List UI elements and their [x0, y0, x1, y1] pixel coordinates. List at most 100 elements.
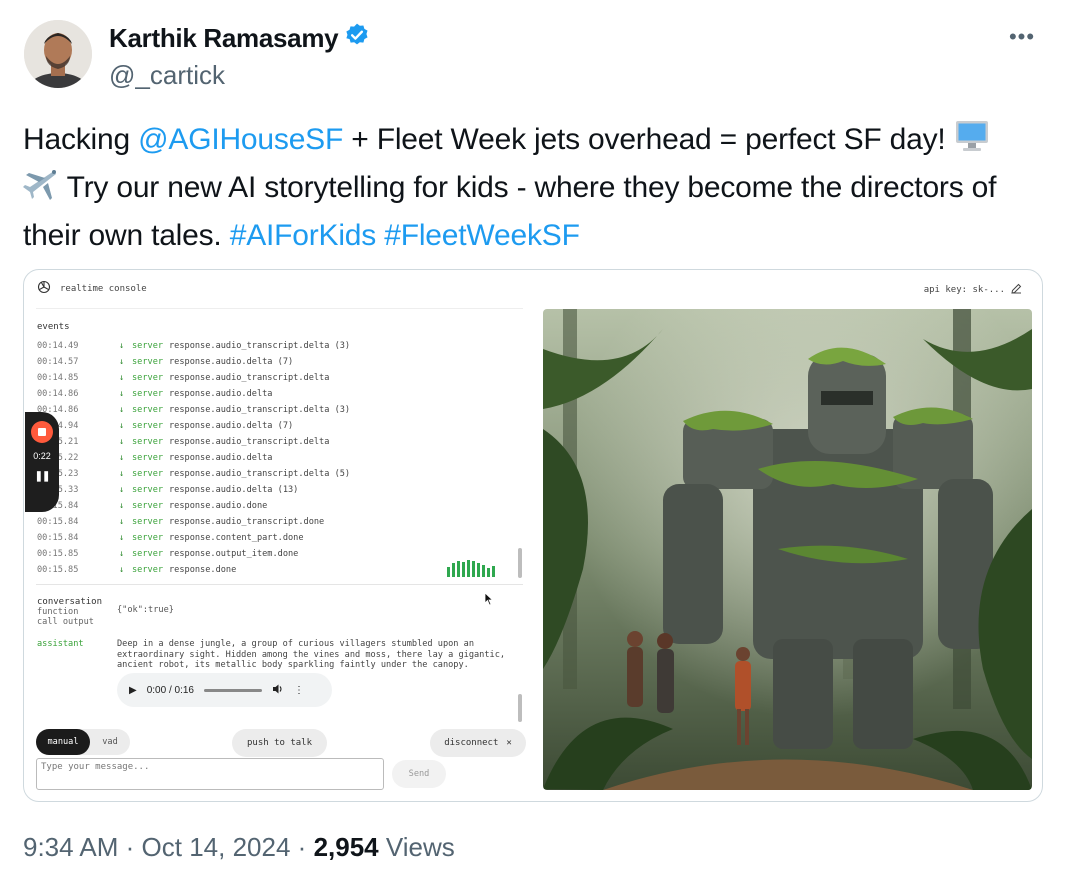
event-type: response.audio_transcript.delta (3) [169, 341, 351, 351]
mode-vad[interactable]: vad [90, 729, 130, 755]
tweet-date[interactable]: Oct 14, 2024 [142, 832, 291, 862]
more-vertical-icon[interactable]: ⋮ [294, 685, 304, 696]
api-key-label: api key: sk-... [923, 285, 1005, 295]
volume-icon[interactable] [272, 683, 284, 698]
event-source: server [132, 485, 164, 495]
arrow-down-icon: ↓ [119, 485, 125, 495]
tweet-media-card[interactable]: realtime console api key: sk-... events … [23, 269, 1043, 802]
event-row[interactable]: 00:15.84 ↓ server response.audio_transcript… [37, 514, 517, 530]
send-button[interactable]: Send [392, 760, 446, 788]
separator: · [125, 832, 135, 862]
message-input[interactable]: Type your message... [36, 758, 384, 790]
event-type: response.audio.delta [169, 453, 273, 463]
event-timestamp: 00:14.57 [37, 357, 79, 367]
divider [36, 308, 523, 309]
push-to-talk-button[interactable]: push to talk [232, 729, 327, 757]
arrow-down-icon: ↓ [119, 453, 125, 463]
tweet-text-part2: + Fleet Week jets overhead = perfect SF … [343, 123, 954, 156]
pause-icon[interactable]: ❚❚ [35, 471, 51, 482]
event-source: server [132, 565, 164, 575]
arrow-down-icon: ↓ [119, 501, 125, 511]
arrow-down-icon: ↓ [119, 357, 125, 367]
arrow-down-icon: ↓ [119, 373, 125, 383]
author-display-name[interactable]: Karthik Ramasamy [109, 22, 370, 55]
audio-progress-bar[interactable] [203, 688, 262, 692]
audio-level-meter [447, 560, 495, 577]
hashtag-fleetweeksf[interactable]: #FleetWeekSF [384, 219, 580, 252]
event-source: server [132, 469, 164, 479]
event-type: response.audio.delta (13) [169, 485, 299, 495]
event-row[interactable]: 00:14.94↓serverresponse.audio.delta (7) [37, 418, 517, 434]
api-key-button[interactable]: api key: sk-... [924, 283, 1022, 297]
function-label: function [37, 607, 79, 617]
turn-mode-toggle[interactable]: manual vad [36, 729, 130, 755]
event-timestamp: 00:14.85 [37, 373, 79, 383]
audio-player[interactable]: ▶ 0:00 / 0:16 ⋮ [117, 673, 332, 707]
event-row[interactable]: 00:14.86 ↓ server response.audio.delta [37, 386, 517, 402]
avatar[interactable] [24, 20, 92, 88]
event-timestamp: 00:14.86 [37, 389, 79, 399]
generated-story-image[interactable] [543, 309, 1032, 790]
event-row[interactable]: 00:15.85 ↓ server response.output_item.done [37, 546, 517, 562]
mention-link[interactable]: @AGIHouseSF [138, 123, 343, 156]
more-horizontal-icon[interactable]: ••• [1004, 22, 1040, 58]
event-source: server [132, 517, 164, 527]
event-row[interactable]: 00:15.33↓serverresponse.audio.delta (13) [37, 482, 517, 498]
views-label: Views [385, 832, 455, 862]
screen-recorder-widget[interactable]: 0:22 ❚❚ [25, 412, 59, 512]
play-icon[interactable]: ▶ [129, 685, 137, 696]
event-type: response.audio_transcript.delta (5) [169, 469, 351, 479]
event-timestamp: 00:15.85 [37, 565, 79, 575]
events-scrollbar[interactable] [518, 548, 522, 578]
assistant-message: Deep in a dense jungle, a group of curio… [117, 639, 506, 671]
stop-recording-icon[interactable] [31, 421, 53, 443]
event-row[interactable]: 00:15.23↓serverresponse.audio_transcript… [37, 466, 517, 482]
edit-icon [1011, 283, 1022, 297]
computer-emoji [954, 119, 990, 166]
arrow-down-icon: ↓ [119, 565, 125, 575]
event-row[interactable]: 00:14.49 ↓ server response.audio_transcript… [37, 338, 517, 354]
event-timestamp: 00:15.84 [37, 533, 79, 543]
event-row[interactable]: 00:14.85 ↓ server response.audio_transcript… [37, 370, 517, 386]
meter-bar [462, 562, 465, 577]
event-type: response.output_item.done [169, 549, 299, 559]
verified-badge-icon [344, 22, 370, 55]
arrow-down-icon: ↓ [119, 341, 125, 351]
tweet-time[interactable]: 9:34 AM [23, 832, 118, 862]
disconnect-button[interactable]: disconnect ✕ [430, 729, 526, 757]
event-row[interactable]: 00:15.84 ↓ server response.content_part.don… [37, 530, 517, 546]
author-handle[interactable]: @_cartick [109, 60, 225, 91]
event-row[interactable]: 00:15.85 ↓ server response.done [37, 562, 517, 578]
tweet-meta: 9:34 AM · Oct 14, 2024 · 2,954 Views [23, 832, 455, 863]
console-app-name: realtime console [60, 283, 147, 294]
event-source: server [132, 357, 164, 367]
event-row[interactable]: 00:14.57 ↓ server response.audio.delta (7) [37, 354, 517, 370]
meter-bar [482, 565, 485, 577]
event-source: server [132, 549, 164, 559]
arrow-down-icon: ↓ [119, 549, 125, 559]
event-timestamp: 00:15.85 [37, 549, 79, 559]
event-row[interactable]: 00:15.84 ↓ server response.audio.done [37, 498, 517, 514]
meter-bar [492, 566, 495, 577]
event-source: server [132, 453, 164, 463]
event-source: server [132, 501, 164, 511]
audio-time: 0:00 / 0:16 [146, 684, 194, 696]
conversation-title: conversation [37, 597, 103, 607]
conversation-scrollbar[interactable] [518, 694, 522, 722]
tweet-text: Hacking @AGIHouseSF + Fleet Week jets ov… [23, 118, 1043, 258]
event-row[interactable]: 00:15.22↓serverresponse.audio.delta [37, 450, 517, 466]
recorder-time: 0:22 [33, 451, 51, 461]
events-list[interactable]: 00:14.49 ↓ server response.audio_transcript… [37, 338, 517, 578]
event-type: response.audio_transcript.done [169, 517, 325, 527]
event-type: response.audio_transcript.delta (3) [169, 405, 351, 415]
mode-manual[interactable]: manual [36, 729, 90, 755]
author-name-text: Karthik Ramasamy [109, 23, 339, 53]
hashtag-aiforkids[interactable]: #AIForKids [230, 219, 377, 252]
console-header: realtime console [36, 279, 147, 298]
arrow-down-icon: ↓ [119, 517, 125, 527]
disconnect-label: disconnect [444, 738, 499, 748]
event-row[interactable]: 00:15.21↓serverresponse.audio_transcript… [37, 434, 517, 450]
event-row[interactable]: 00:14.86 ↓ server response.audio_transcript… [37, 402, 517, 418]
openai-logo-icon [36, 279, 52, 298]
mouse-cursor-icon [484, 592, 494, 611]
